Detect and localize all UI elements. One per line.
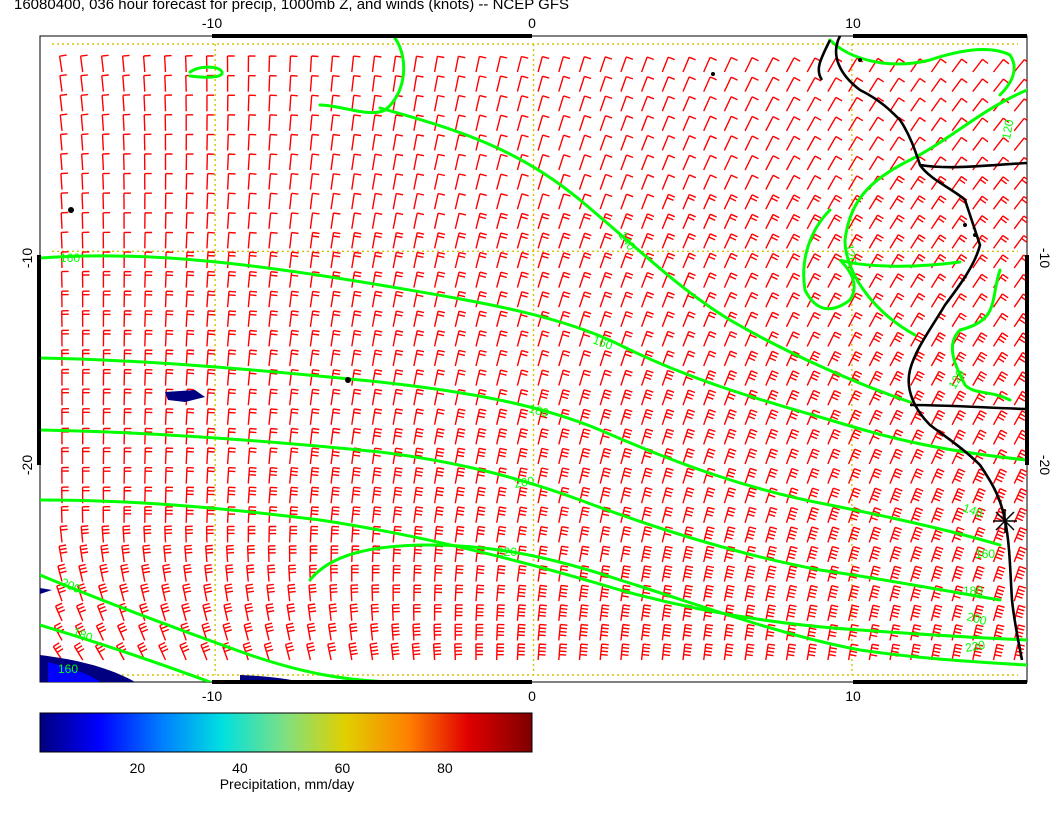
x-tick-bottom: 10 — [845, 688, 861, 704]
y-tick-right: -10 — [1037, 248, 1053, 268]
y-tick-left: -10 — [19, 248, 35, 268]
colorbar-gradient — [39, 712, 533, 753]
colorbar: 20 40 60 80 Precipitation, mm/day — [39, 712, 533, 792]
colorbar-tick-label: 60 — [335, 760, 351, 776]
x-tick-top: -10 — [202, 15, 222, 31]
x-tick-top: 10 — [845, 15, 861, 31]
y-tick-right: -20 — [1037, 455, 1053, 475]
contour-label: 160 — [975, 547, 995, 561]
colorbar-tick-label: 80 — [437, 760, 453, 776]
colorbar-label: Precipitation, mm/day — [220, 776, 355, 792]
contour-label: 160 — [60, 251, 80, 265]
colorbar-tick-label: 20 — [130, 760, 146, 776]
x-tick-bottom: -10 — [202, 688, 222, 704]
y-tick-left: -20 — [19, 455, 35, 475]
contour-label: 160 — [58, 662, 78, 676]
contour-label: 180 — [963, 584, 983, 598]
contour-label: 220 — [497, 545, 517, 559]
x-tick-bottom: 0 — [528, 688, 536, 704]
colorbar-ticks: 20 40 60 80 — [130, 760, 453, 776]
x-tick-top: 0 — [528, 15, 536, 31]
forecast-map: 160 140 120 120 180 200 220 200 180 160 … — [19, 15, 1053, 792]
station-marker — [993, 509, 1017, 533]
colorbar-tick-label: 40 — [232, 760, 248, 776]
